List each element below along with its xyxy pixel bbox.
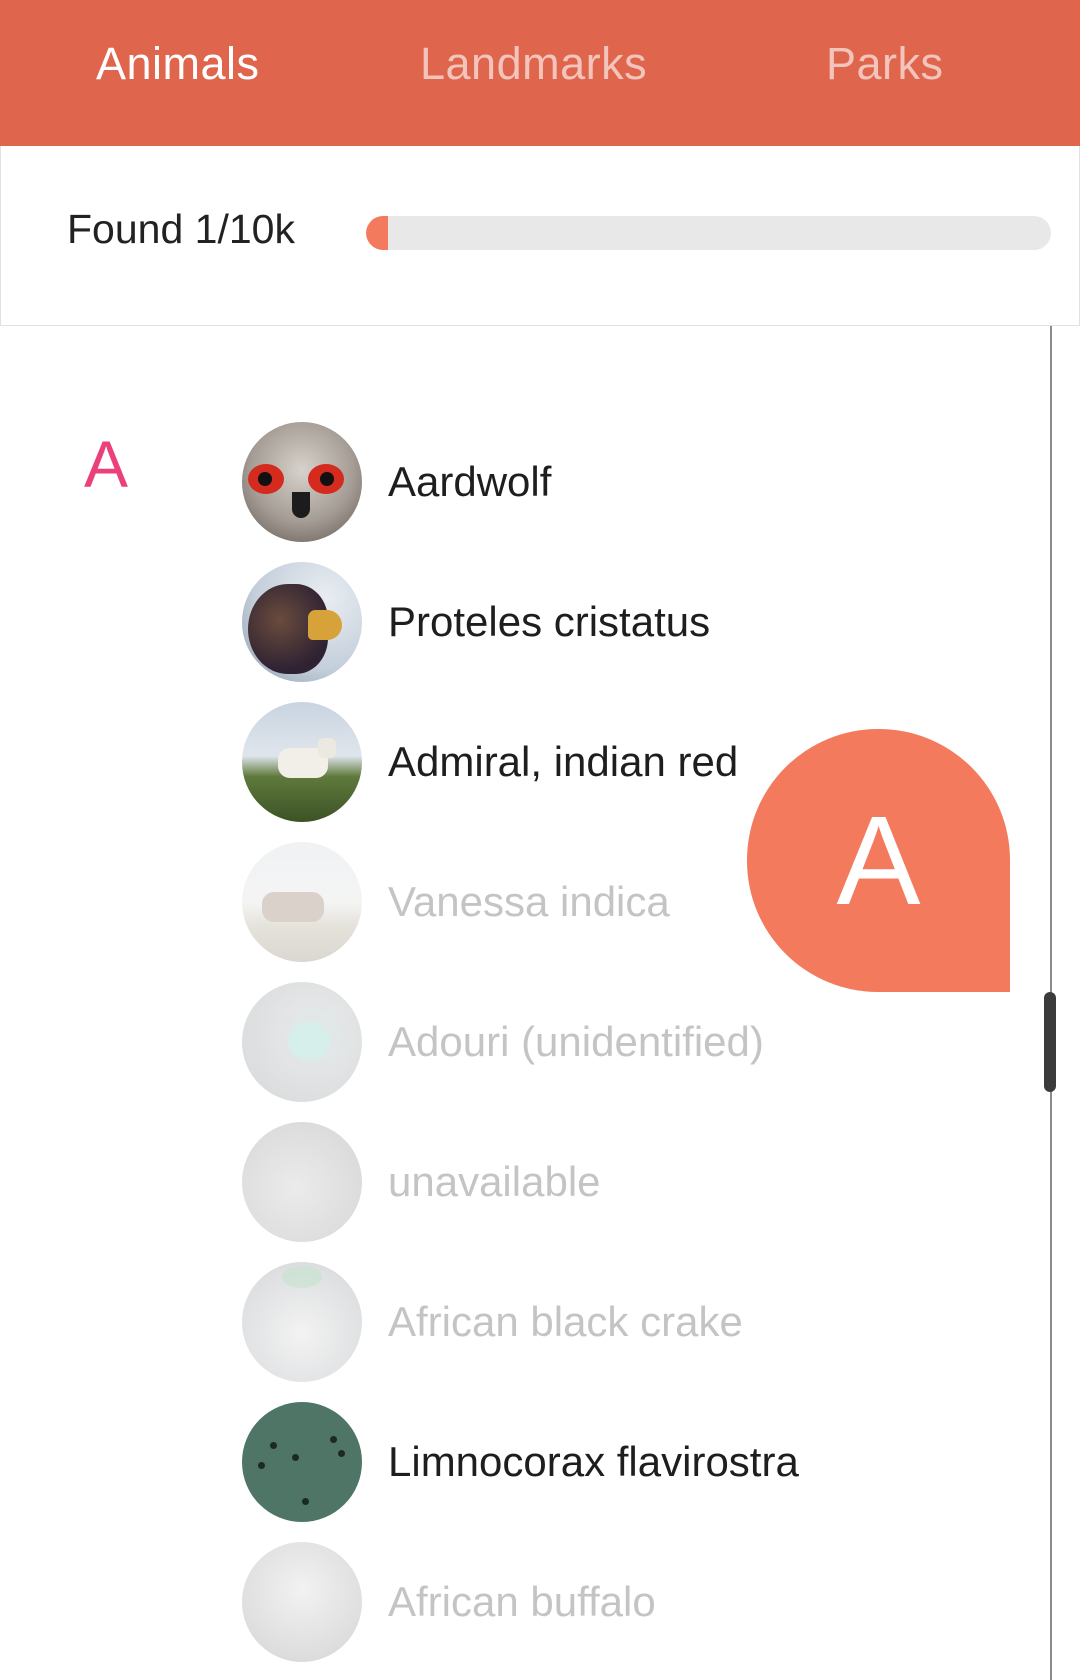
goat-avatar [242,702,362,822]
list-item-label: Vanessa indica [388,878,670,925]
progress-bar [366,216,1051,250]
list-item-label: Proteles cristatus [388,598,711,645]
tab-bar: Animals Landmarks Parks [0,0,1080,146]
list-item[interactable]: Proteles cristatus [242,560,1002,684]
list-item-label: Admiral, indian red [388,738,739,785]
fast-scroll-bubble: A [747,729,1010,992]
owl-avatar [242,422,362,542]
app-screen: Animals Landmarks Parks Found 1/10k A Aa… [0,0,1080,1680]
tab-parks[interactable]: Parks [826,0,944,146]
tab-animals[interactable]: Animals [96,0,260,146]
list-item-label: Aardwolf [388,458,552,505]
eagle-avatar [242,562,362,682]
list-item-label: unavailable [388,1158,601,1205]
list-item-label: Adouri (unidentified) [388,1018,764,1065]
buffalo-avatar [242,1542,362,1662]
tab-landmarks[interactable]: Landmarks [420,0,647,146]
progress-panel: Found 1/10k [0,146,1080,326]
antelope-avatar [242,842,362,962]
kitten-avatar [242,1122,362,1242]
list-item[interactable]: African buffalo [242,1540,1002,1664]
birds-avatar [242,1402,362,1522]
found-count-label: Found 1/10k [67,206,295,252]
fast-scroll-thumb[interactable] [1044,992,1056,1092]
animal-list[interactable]: A Aardwolf Proteles cristatus Admiral, i… [0,326,1080,1680]
progress-bar-fill [366,216,388,250]
list-item[interactable]: Adouri (unidentified) [242,980,1002,1104]
crake-avatar [242,1262,362,1382]
list-item-label: Limnocorax flavirostra [388,1438,799,1485]
list-item[interactable]: African black crake [242,1260,1002,1384]
list-item[interactable]: Limnocorax flavirostra [242,1400,1002,1524]
list-item-label: African black crake [388,1298,743,1345]
fast-scroll-bubble-letter: A [836,789,921,931]
cat-eye-avatar [242,982,362,1102]
section-header-letter: A [84,427,129,501]
list-item-label: African buffalo [388,1578,656,1625]
list-item[interactable]: unavailable [242,1120,1002,1244]
list-item[interactable]: Aardwolf [242,420,1002,544]
